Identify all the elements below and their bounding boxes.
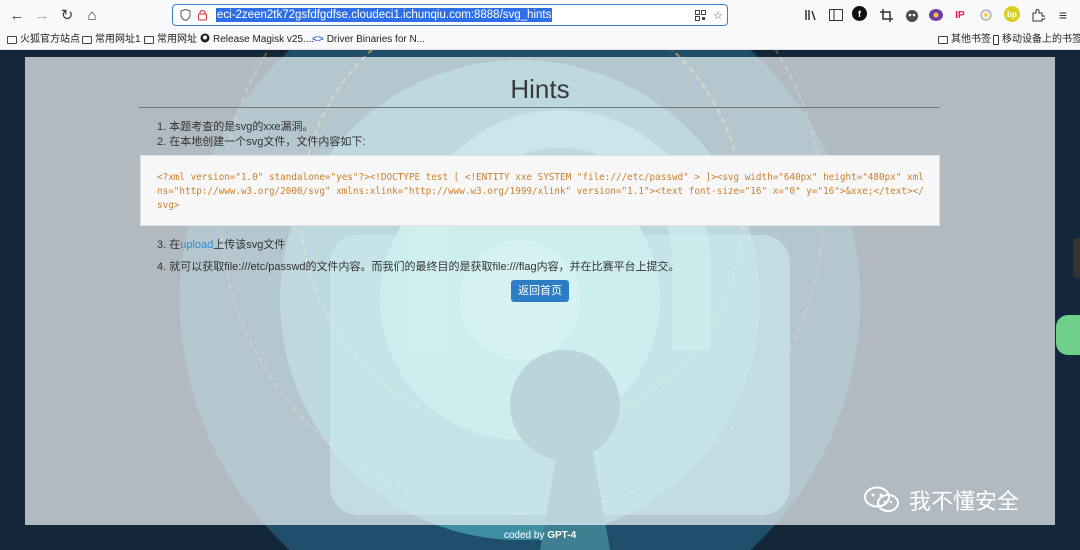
extension-f-icon[interactable]: f — [852, 6, 867, 21]
folder-icon — [82, 35, 92, 44]
watermark: 我不懂安全 — [863, 484, 1019, 516]
lock-warning-icon[interactable] — [195, 8, 209, 22]
home-icon[interactable]: ⌂ — [82, 5, 102, 25]
extension-purple-icon[interactable] — [927, 6, 945, 24]
hint-line-3-prefix: 3. 在 — [157, 239, 181, 251]
side-mascot-widget[interactable] — [1056, 315, 1080, 355]
folder-icon — [144, 35, 154, 44]
menu-icon[interactable]: ≡ — [1054, 6, 1072, 24]
title-divider — [139, 107, 940, 108]
wechat-icon — [863, 486, 901, 514]
hint-line-1: 1. 本题考查的是svg的xxe漏洞。 — [157, 121, 314, 133]
hint-line-4: 4. 就可以获取file:///etc/passwd的文件内容。而我们的最终目的… — [157, 261, 680, 273]
bookmark-label: 常用网址 — [157, 34, 197, 45]
upload-link[interactable]: upload — [180, 239, 213, 251]
hint-line-2: 2. 在本地创建一个svg文件，文件内容如下: — [157, 136, 366, 148]
bookmark-item[interactable]: <> Driver Binaries for N... — [312, 33, 425, 46]
bookmark-item[interactable]: Release Magisk v25.... — [200, 33, 314, 46]
url-text[interactable]: eci-2zeen2tk72gsfdfgdfse.cloudeci1.ichun… — [216, 8, 553, 22]
folder-icon — [7, 35, 17, 44]
folder-icon — [938, 35, 948, 44]
back-to-home-button[interactable]: 返回首页 — [511, 280, 569, 302]
profile-badge[interactable]: bp — [1004, 6, 1020, 22]
footer-author: GPT-4 — [547, 530, 577, 541]
hint-line-3-suffix: 上传该svg文件 — [213, 239, 286, 251]
back-icon[interactable]: ← — [7, 5, 27, 25]
extension-mascot-icon[interactable] — [903, 6, 921, 24]
qr-code-icon[interactable] — [693, 8, 707, 22]
sidebar-icon[interactable] — [827, 6, 845, 24]
extension-flower-icon[interactable] — [977, 6, 995, 24]
bookmark-label: 火狐官方站点 — [20, 34, 80, 45]
code-icon: <> — [312, 34, 324, 45]
footer: coded by GPT-4 — [0, 530, 1080, 541]
url-bar[interactable]: eci-2zeen2tk72gsfdfgdfse.cloudeci1.ichun… — [172, 4, 728, 26]
page-title: Hints — [510, 74, 570, 104]
bookmark-label: Release Magisk v25.... — [213, 34, 315, 45]
bookmark-item[interactable]: 常用网址1 — [82, 33, 141, 46]
side-scroll-tab[interactable] — [1073, 238, 1080, 278]
bookmark-item[interactable]: 火狐官方站点 — [7, 33, 80, 46]
ip-extension-icon[interactable]: IP — [951, 6, 969, 24]
footer-prefix: coded by — [503, 530, 545, 541]
watermark-text: 我不懂安全 — [909, 489, 1020, 514]
extensions-puzzle-icon[interactable] — [1029, 6, 1047, 24]
bookmark-item[interactable]: 常用网址 — [144, 33, 197, 46]
bookmark-label: 其他书签 — [951, 34, 991, 45]
bookmark-label: 常用网址1 — [95, 34, 141, 45]
bookmarks-bar: 火狐官方站点 常用网址1 常用网址 Release Magisk v25....… — [0, 30, 1080, 50]
forward-icon[interactable]: → — [32, 5, 52, 25]
browser-toolbar: ← → ↻ ⌂ eci-2zeen2tk72gsfdfgdfse.cloudec… — [0, 0, 1080, 30]
library-icon[interactable] — [803, 6, 821, 24]
bookmark-item[interactable]: 移动设备上的书签 — [993, 33, 1080, 46]
crop-icon[interactable] — [877, 6, 895, 24]
bookmark-star-icon[interactable]: ☆ — [711, 8, 725, 22]
shield-icon[interactable] — [178, 8, 192, 22]
bookmark-label: 移动设备上的书签 — [1002, 34, 1080, 45]
code-block: <?xml version="1.0" standalone="yes"?><!… — [140, 155, 940, 226]
bookmark-label: Driver Binaries for N... — [326, 34, 426, 45]
hint-line-3: 3. 在upload上传该svg文件 — [157, 236, 285, 252]
svg-code: <?xml version="1.0" standalone="yes"?><!… — [157, 172, 924, 211]
mobile-icon — [993, 34, 999, 45]
bookmark-item[interactable]: 其他书签 — [938, 33, 991, 46]
reload-icon[interactable]: ↻ — [57, 5, 77, 25]
github-icon — [200, 33, 210, 47]
